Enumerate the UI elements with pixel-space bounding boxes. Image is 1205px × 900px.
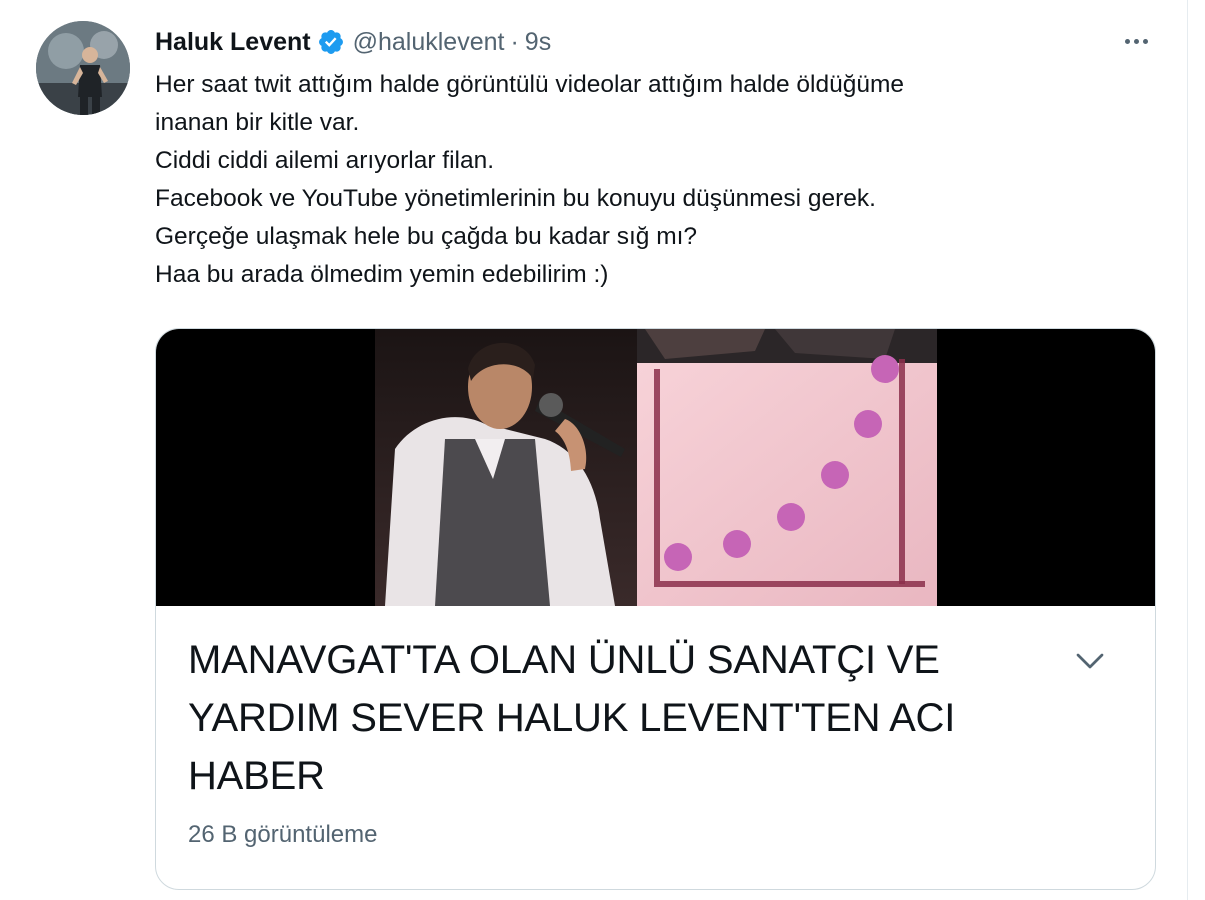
verified-badge-icon bbox=[318, 30, 343, 54]
tweet-line: Her saat twit attığım halde görüntülü vi… bbox=[155, 71, 905, 98]
news-thumbnail-image bbox=[375, 329, 937, 606]
link-card[interactable]: MANAVGAT'TA OLAN ÜNLÜ SANATÇI VE YARDIM … bbox=[155, 328, 1156, 890]
card-body[interactable]: MANAVGAT'TA OLAN ÜNLÜ SANATÇI VE YARDIM … bbox=[188, 631, 1128, 849]
tweet-line: Haa bu arada ölmedim yemin edebilirim :) bbox=[155, 261, 609, 288]
card-headline[interactable]: MANAVGAT'TA OLAN ÜNLÜ SANATÇI VE YARDIM … bbox=[188, 631, 1068, 805]
tweet-header: Haluk Levent @haluklevent · 9s bbox=[155, 22, 551, 62]
more-dot bbox=[1124, 38, 1130, 44]
more-dot bbox=[1133, 38, 1139, 44]
chevron-down-icon[interactable] bbox=[1072, 643, 1108, 679]
avatar-image bbox=[36, 21, 130, 115]
headline-row: MANAVGAT'TA OLAN ÜNLÜ SANATÇI VE YARDIM … bbox=[188, 631, 1128, 805]
tweet-container[interactable]: Haluk Levent @haluklevent · 9s Her saat … bbox=[0, 0, 1188, 900]
tweet-line: inanan bir kitle var. bbox=[155, 109, 360, 136]
display-name[interactable]: Haluk Levent bbox=[155, 28, 311, 57]
avatar[interactable] bbox=[36, 21, 130, 115]
tweet-line: Ciddi ciddi ailemi arıyorlar filan. bbox=[155, 147, 495, 174]
more-dot bbox=[1142, 38, 1148, 44]
tweet-timestamp[interactable]: 9s bbox=[525, 28, 551, 57]
tweet-line: Facebook ve YouTube yönetimlerinin bu ko… bbox=[155, 185, 876, 212]
view-count: 26 B görüntüleme bbox=[188, 821, 378, 848]
tweet-text: Her saat twit attığım halde görüntülü vi… bbox=[155, 66, 1155, 294]
user-handle[interactable]: @haluklevent bbox=[353, 28, 505, 57]
more-options-icon[interactable] bbox=[1116, 26, 1156, 56]
separator-dot: · bbox=[510, 27, 519, 56]
card-media[interactable] bbox=[156, 329, 1155, 606]
tweet-line: Gerçeğe ulaşmak hele bu çağda bu kadar s… bbox=[155, 223, 698, 250]
